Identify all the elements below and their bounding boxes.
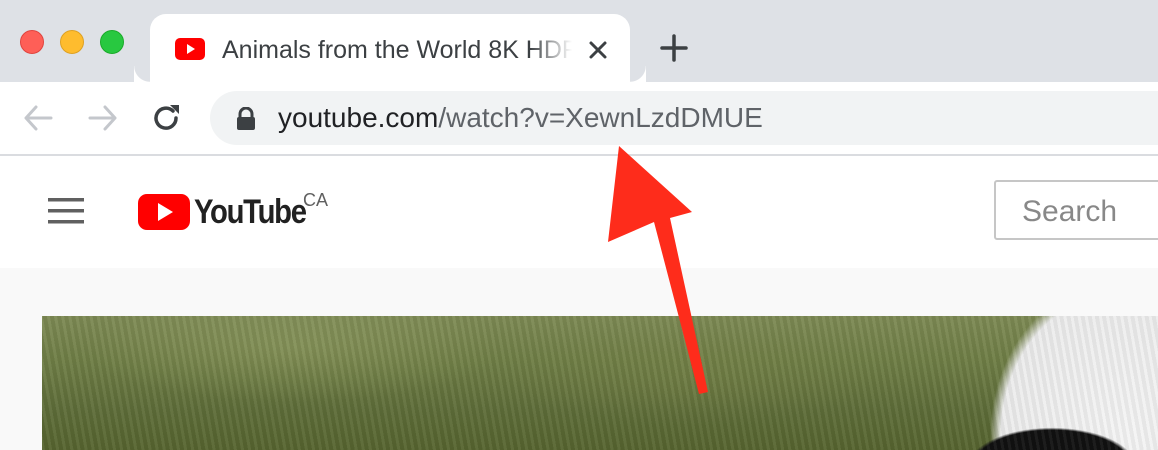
plus-icon[interactable] [658,32,690,64]
search-box[interactable] [994,180,1158,240]
lock-icon[interactable] [235,107,257,131]
youtube-masthead: YouTube CA [0,156,1158,268]
url-domain: youtube.com [278,102,439,133]
tab-title: Animals from the World 8K HDR [222,36,572,64]
region-label: CA [303,190,329,210]
browser-tab-strip: Animals from the World 8K HDR [0,0,1158,82]
window-minimize-button[interactable] [60,30,84,54]
close-icon[interactable] [584,36,612,64]
browser-toolbar: youtube.com/watch?v=XewnLzdDMUE [0,82,1158,156]
youtube-wordmark: YouTube [194,193,307,231]
forward-arrow-icon[interactable] [86,101,120,135]
watch-page-content [0,268,1158,450]
url-text[interactable]: youtube.com/watch?v=XewnLzdDMUE [278,100,763,136]
window-maximize-button[interactable] [100,30,124,54]
browser-tab[interactable]: Animals from the World 8K HDR [150,14,646,82]
search-input[interactable] [1020,194,1158,230]
url-path: /watch?v=XewnLzdDMUE [438,102,763,133]
hamburger-menu-icon[interactable] [46,196,86,226]
youtube-logo[interactable]: YouTube [138,193,308,234]
youtube-favicon-icon [175,38,205,60]
annotation-arrow-icon [608,146,708,394]
address-bar[interactable]: youtube.com/watch?v=XewnLzdDMUE [210,91,1158,145]
back-arrow-icon[interactable] [21,101,55,135]
youtube-play-icon [138,194,190,230]
window-close-button[interactable] [20,30,44,54]
reload-icon[interactable] [149,101,183,135]
